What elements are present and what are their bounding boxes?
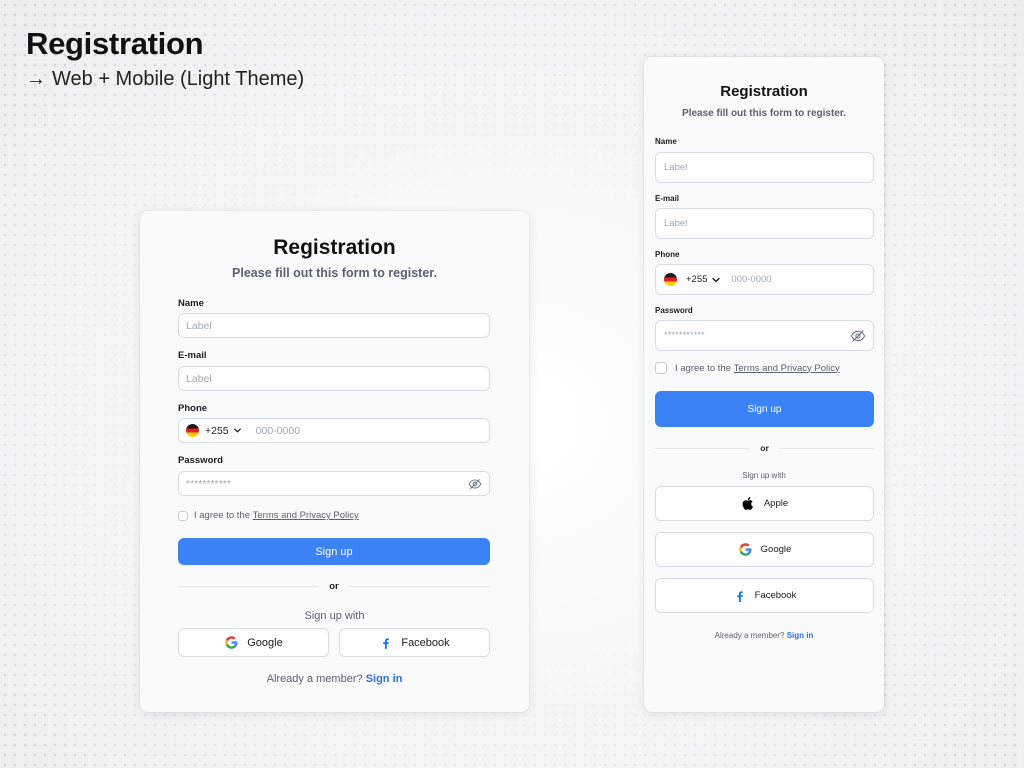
name-placeholder: Label <box>186 319 212 332</box>
password-label: Password <box>178 455 223 466</box>
google-label: Google <box>247 636 283 649</box>
divider-text: or <box>329 581 339 592</box>
password-value: *********** <box>664 330 705 341</box>
terms-checkbox[interactable] <box>655 362 667 374</box>
form-subtitle: Please fill out this form to register. <box>232 266 437 280</box>
terms-agreement: I agree to the Terms and Privacy Policy <box>178 510 359 521</box>
form-subtitle: Please fill out this form to register. <box>682 108 846 119</box>
sign-up-with-label: Sign up with <box>742 471 786 480</box>
password-value: *********** <box>186 477 231 490</box>
facebook-icon <box>736 590 743 602</box>
agree-prefix: I agree to the <box>194 510 250 521</box>
phone-placeholder: 000-0000 <box>255 424 301 437</box>
sign-up-button[interactable]: Sign up <box>178 538 490 565</box>
sign-up-with-label: Sign up with <box>304 610 365 622</box>
sign-in-link[interactable]: Sign in <box>366 673 403 685</box>
phone-input[interactable]: +255 000-0000 <box>655 264 874 295</box>
mobile-registration-card: Registration Please fill out this form t… <box>644 57 884 712</box>
divider-text: or <box>760 443 769 453</box>
phone-label: Phone <box>178 403 208 414</box>
divider-line <box>778 447 874 449</box>
page-subtitle-text: Web + Mobile (Light Theme) <box>52 68 305 90</box>
divider-line <box>178 586 320 587</box>
sign-in-prompt: Already a member? Sign in <box>644 631 884 640</box>
eye-off-icon[interactable] <box>850 328 866 344</box>
sign-up-button[interactable]: Sign up <box>655 391 874 427</box>
divider-line <box>348 586 490 587</box>
facebook-label: Facebook <box>401 636 450 649</box>
password-input[interactable]: *********** <box>655 320 874 351</box>
or-divider: or <box>655 443 874 453</box>
name-input[interactable]: Label <box>178 313 490 338</box>
email-label: E-mail <box>655 194 680 203</box>
divider-line <box>655 447 751 449</box>
or-divider: or <box>178 581 490 592</box>
footer-prefix: Already a member? <box>266 673 363 685</box>
page-subtitle: → Web + Mobile (Light Theme) <box>26 68 304 91</box>
password-input[interactable]: *********** <box>178 471 490 496</box>
email-input[interactable]: Label <box>178 366 490 391</box>
name-input[interactable]: Label <box>655 152 874 183</box>
google-icon <box>738 543 752 556</box>
email-placeholder: Label <box>186 372 212 385</box>
sign-in-prompt: Already a member? Sign in <box>140 673 529 685</box>
email-placeholder: Label <box>664 218 688 229</box>
password-label: Password <box>655 306 693 315</box>
chevron-down-icon[interactable] <box>711 275 721 285</box>
apple-button[interactable]: Apple <box>655 486 874 521</box>
web-registration-card: Registration Please fill out this form t… <box>140 211 529 712</box>
sign-in-link[interactable]: Sign in <box>787 631 814 640</box>
eye-off-icon[interactable] <box>468 477 482 491</box>
facebook-icon <box>383 637 390 649</box>
germany-flag-icon <box>186 424 199 437</box>
footer-prefix: Already a member? <box>714 631 785 640</box>
form-title: Registration <box>720 83 808 100</box>
agree-prefix: I agree to the <box>675 362 731 374</box>
terms-checkbox[interactable] <box>178 510 188 521</box>
chevron-down-icon[interactable] <box>233 426 242 435</box>
phone-input[interactable]: +255 000-0000 <box>178 418 490 443</box>
arrow-right-icon: → <box>26 68 46 90</box>
google-button[interactable]: Google <box>178 628 329 657</box>
terms-link[interactable]: Terms and Privacy Policy <box>734 363 840 374</box>
email-label: E-mail <box>178 350 207 361</box>
germany-flag-icon <box>664 273 677 286</box>
name-label: Name <box>178 298 204 309</box>
apple-icon <box>742 497 753 510</box>
facebook-button[interactable]: Facebook <box>339 628 490 657</box>
terms-link[interactable]: Terms and Privacy Policy <box>253 510 359 521</box>
name-label: Name <box>655 137 677 146</box>
apple-label: Apple <box>763 498 789 509</box>
terms-agreement: I agree to the Terms and Privacy Policy <box>655 362 840 374</box>
email-input[interactable]: Label <box>655 208 874 239</box>
facebook-button[interactable]: Facebook <box>655 578 874 613</box>
phone-label: Phone <box>655 250 680 259</box>
google-icon <box>225 636 238 649</box>
page-title: Registration <box>26 26 204 61</box>
google-label: Google <box>760 544 792 555</box>
google-button[interactable]: Google <box>655 532 874 567</box>
name-placeholder: Label <box>664 162 688 173</box>
phone-placeholder: 000-0000 <box>731 274 772 285</box>
country-code[interactable]: +255 <box>205 425 229 437</box>
country-code[interactable]: +255 <box>686 274 707 285</box>
form-title: Registration <box>273 236 396 259</box>
facebook-label: Facebook <box>754 590 797 601</box>
